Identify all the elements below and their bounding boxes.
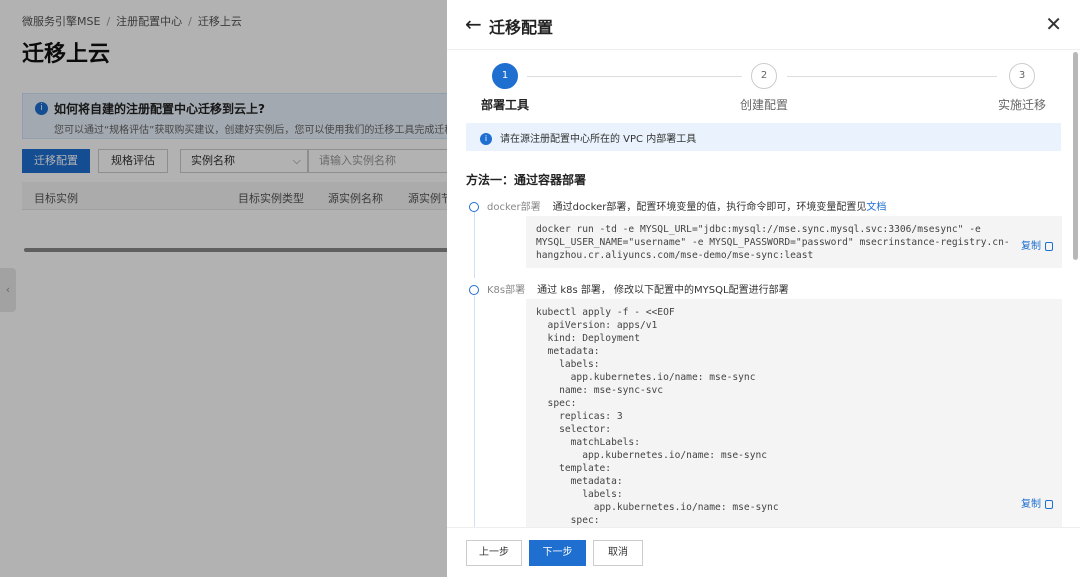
step-1-dot: 1 xyxy=(492,63,518,89)
drawer-header: ← 迁移配置 ✕ xyxy=(447,0,1080,50)
drawer-title: 迁移配置 xyxy=(489,18,554,37)
migration-drawer: ← 迁移配置 ✕ 1 2 3 部署工具 创建配置 实施迁移 i 请在源注册配置中心… xyxy=(447,0,1080,577)
docker-desc: 通过docker部署，配置环境变量的值，执行命令即可，环境变量配置见文档 xyxy=(552,202,887,213)
docker-option[interactable]: docker部署 通过docker部署，配置环境变量的值，执行命令即可，环境变量配… xyxy=(469,198,886,213)
step-1-label: 部署工具 xyxy=(481,98,530,112)
k8s-label: K8s部署 xyxy=(487,285,526,296)
next-step-button[interactable]: 下一步 xyxy=(529,540,586,566)
vpc-tip: i 请在源注册配置中心所在的 VPC 内部署工具 xyxy=(466,123,1061,151)
radio-button[interactable] xyxy=(469,285,479,295)
timeline-line xyxy=(474,212,475,278)
k8s-yaml-code: kubectl apply -f - <<EOF apiVersion: app… xyxy=(526,299,1062,527)
step-connector xyxy=(787,76,997,77)
k8s-desc: 通过 k8s 部署， 修改以下配置中的MYSQL配置进行部署 xyxy=(537,285,789,296)
copy-icon xyxy=(1045,499,1053,509)
timeline-line xyxy=(474,296,475,527)
copy-docker-button[interactable]: 复制 xyxy=(1021,237,1053,252)
step-2-dot: 2 xyxy=(751,63,777,89)
prev-step-button[interactable]: 上一步 xyxy=(466,540,522,566)
doc-link[interactable]: 文档 xyxy=(866,202,886,213)
drawer-footer: 上一步 下一步 取消 xyxy=(447,527,1080,577)
step-connector xyxy=(527,76,742,77)
tip-text: 请在源注册配置中心所在的 VPC 内部署工具 xyxy=(500,134,697,145)
docker-label: docker部署 xyxy=(487,202,541,213)
method-title: 方法一：通过容器部署 xyxy=(466,173,587,187)
radio-button[interactable] xyxy=(469,202,479,212)
cancel-button[interactable]: 取消 xyxy=(593,540,643,566)
step-2-label: 创建配置 xyxy=(740,98,789,112)
k8s-option[interactable]: K8s部署 通过 k8s 部署， 修改以下配置中的MYSQL配置进行部署 xyxy=(469,281,789,296)
step-3-label: 实施迁移 xyxy=(998,98,1047,112)
copy-k8s-button[interactable]: 复制 xyxy=(1021,495,1053,510)
back-arrow-icon[interactable]: ← xyxy=(465,12,482,36)
stepper: 1 2 3 部署工具 创建配置 实施迁移 xyxy=(447,60,1080,116)
close-icon[interactable]: ✕ xyxy=(1045,12,1062,36)
info-icon: i xyxy=(480,133,492,145)
copy-icon xyxy=(1045,241,1053,251)
step-3-dot: 3 xyxy=(1009,63,1035,89)
vertical-scrollbar[interactable] xyxy=(1073,52,1078,260)
docker-command-code: docker run -td -e MYSQL_URL="jdbc:mysql:… xyxy=(526,216,1062,268)
